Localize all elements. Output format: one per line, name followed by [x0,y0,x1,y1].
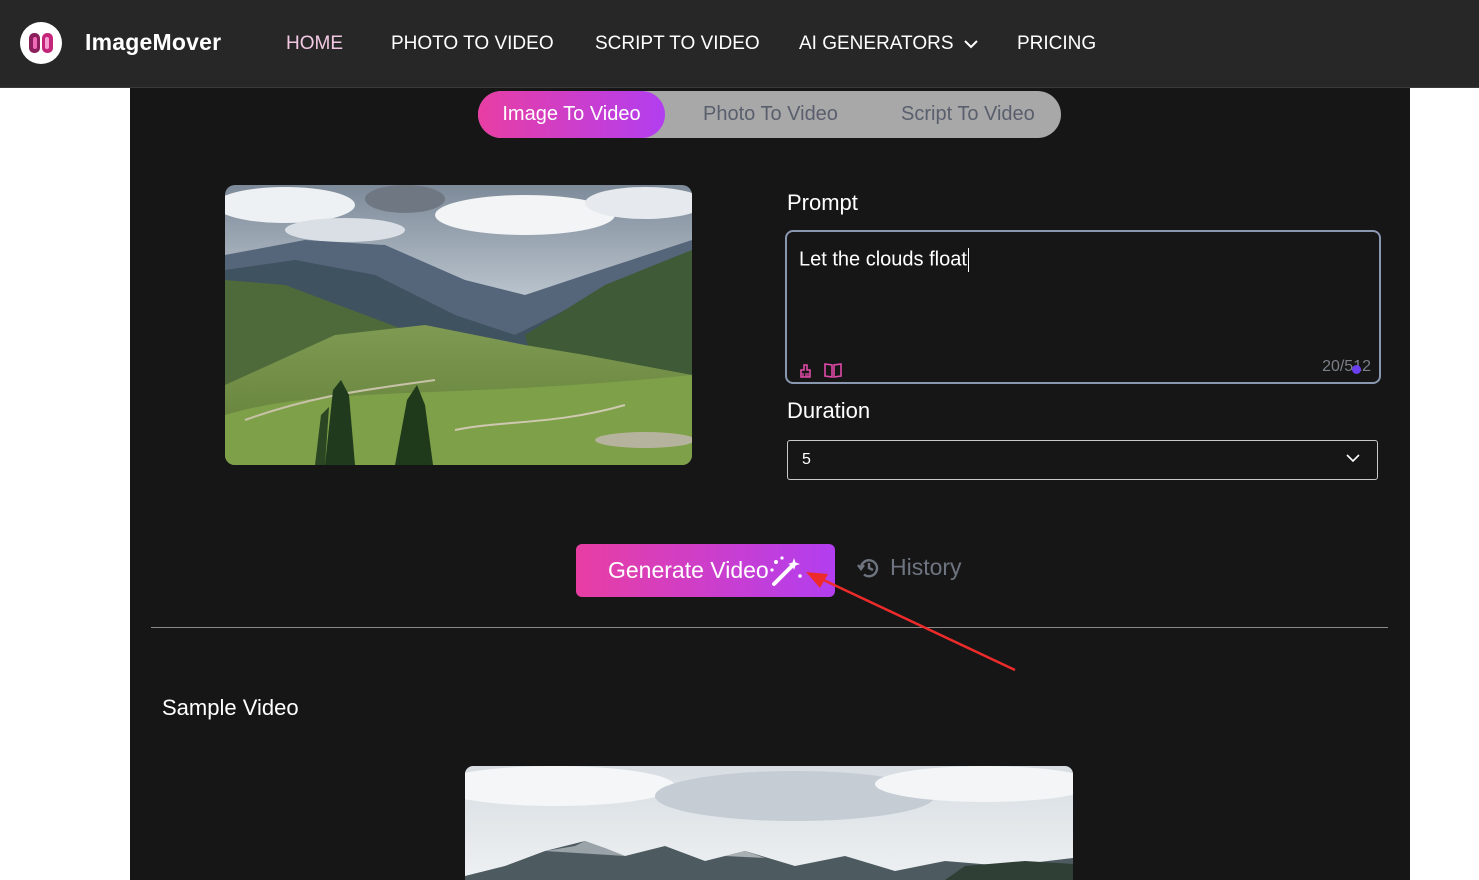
nav-pricing[interactable]: PRICING [1017,33,1096,55]
tab-script-to-video[interactable]: Script To Video [901,91,1035,138]
prompt-tools [797,361,843,379]
prompt-textarea[interactable]: Let the clouds float 20/512 [785,230,1381,384]
sample-video-title: Sample Video [162,695,299,720]
history-label: History [890,554,962,580]
eraser-icon[interactable] [797,361,815,379]
brand-name[interactable]: ImageMover [85,29,221,56]
nav-script-to-video[interactable]: SCRIPT TO VIDEO [595,33,760,55]
generate-video-label: Generate Video [608,557,769,583]
tab-photo-to-video[interactable]: Photo To Video [703,91,838,138]
tab-image-to-video[interactable]: Image To Video [478,91,665,138]
prompt-value: Let the clouds float [799,248,969,272]
section-divider [151,627,1388,628]
nav-photo-to-video[interactable]: PHOTO TO VIDEO [391,33,554,55]
character-counter: 20/512 [1322,358,1371,375]
magic-wand-icon [770,556,802,586]
book-icon[interactable] [823,361,843,379]
sample-video-player[interactable] [465,766,1073,880]
nav-ai-generators[interactable]: AI GENERATORS [799,33,978,55]
chevron-down-icon [1346,454,1360,463]
history-icon [857,558,879,577]
duration-select[interactable]: 5 [787,440,1378,480]
generate-video-button[interactable]: Generate Video [576,544,835,597]
duration-selected-value: 5 [802,451,811,468]
prompt-label: Prompt [787,190,858,215]
nav-ai-generators-label: AI GENERATORS [799,33,954,54]
mode-tabs: Image To Video Photo To Video Script To … [478,91,1061,138]
logo-icon[interactable] [20,22,62,64]
history-link[interactable]: History [856,554,962,581]
main-panel: Image To Video Photo To Video Script To … [130,88,1410,880]
chevron-down-icon [963,39,978,48]
resize-handle[interactable] [1352,365,1361,374]
nav-home[interactable]: HOME [286,33,343,55]
uploaded-image-preview[interactable] [225,185,692,465]
duration-label: Duration [787,398,871,423]
top-navbar: ImageMover HOME PHOTO TO VIDEO SCRIPT TO… [0,0,1479,88]
